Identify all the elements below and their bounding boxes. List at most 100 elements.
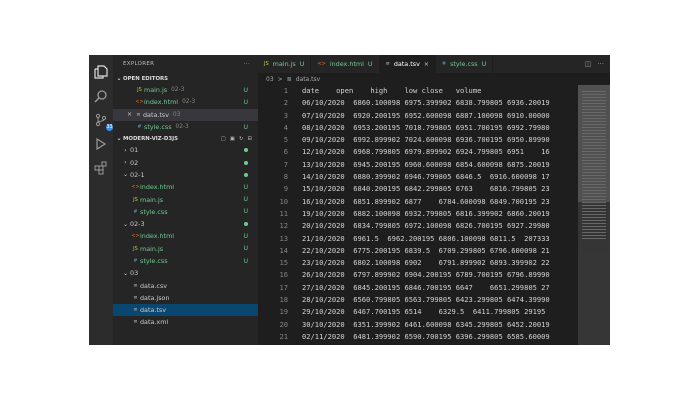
chevron-down-icon: ⌄	[122, 269, 129, 277]
search-icon[interactable]	[94, 89, 108, 103]
tab-main-js[interactable]: JS main.js U	[258, 55, 312, 73]
more-actions-icon[interactable]: ···	[597, 60, 604, 68]
tree-item-name: 03	[130, 269, 139, 278]
code-line: 19/10/2020 6882.100098 6932.799805 6816.…	[302, 208, 550, 218]
folder-item[interactable]: ⌄ 02-3	[113, 218, 258, 230]
file-item[interactable]: ≣ data.csv	[113, 279, 258, 291]
open-editors-list: JS main.js 02-3 U <> index.html 02-3 U × ≣ data.ts…	[113, 84, 258, 133]
git-status-badge: U	[243, 123, 248, 131]
data-file-icon: ≣	[136, 111, 141, 118]
breadcrumb-folder[interactable]: 03	[266, 76, 274, 83]
line-number: 12	[279, 221, 288, 231]
open-editor-item[interactable]: # style.css 02-3 U	[113, 121, 258, 133]
tab-data-tsv[interactable]: ≣ data.tsv ×	[379, 55, 436, 73]
line-number: 18	[279, 295, 288, 305]
refresh-icon[interactable]: ↻	[239, 136, 244, 142]
close-icon[interactable]: ×	[424, 61, 429, 68]
tab-label: index.html	[329, 60, 364, 68]
line-number: 13	[279, 233, 288, 243]
code-line: 28/10/2020 6560.799805 6563.799805 6423.…	[302, 295, 550, 305]
folder-item[interactable]: ⌄ 03	[113, 267, 258, 279]
file-item[interactable]: # style.css U	[113, 255, 258, 267]
modified-dot-icon	[244, 172, 248, 177]
more-actions-icon[interactable]: ···	[244, 61, 250, 67]
code-content[interactable]: date open high low close volume 06/10/202…	[294, 85, 610, 345]
tab-label: style.css	[450, 60, 478, 68]
file-item[interactable]: <> index.html U	[113, 230, 258, 242]
breadcrumb-file[interactable]: data.tsv	[296, 76, 320, 83]
file-item[interactable]: ≣ data.json	[113, 292, 258, 304]
tree-item-name: index.html	[140, 232, 175, 241]
chevron-down-icon: ⌄	[116, 135, 122, 143]
code-line: 07/10/2020 6920.200195 6952.600098 6887.…	[302, 110, 550, 120]
line-number: 11	[279, 208, 288, 218]
folder-item[interactable]: › 02	[113, 156, 258, 168]
git-status-badge: U	[243, 232, 248, 240]
minimap[interactable]	[578, 85, 610, 345]
run-debug-icon[interactable]	[94, 137, 108, 151]
code-line: 16/10/2020 6851.899902 6877 6784.600098 …	[302, 196, 550, 206]
code-line: 21/10/2020 6961.5 6962.200195 6806.10009…	[302, 233, 550, 243]
tree-item-name: data.csv	[140, 281, 168, 290]
open-editor-item[interactable]: <> index.html 02-3 U	[113, 96, 258, 108]
file-item[interactable]: JS main.js U	[113, 193, 258, 205]
code-line: 15/10/2020 6840.200195 6842.299805 6763 …	[302, 184, 550, 194]
file-item[interactable]: ≣ data.tsv	[113, 304, 258, 317]
file-item[interactable]: <> index.html U	[113, 181, 258, 193]
data-file-icon: ≣	[385, 61, 390, 67]
file-tree: › 01 › 02 ⌄ 02-1 <> index.html U JS main.js U # style…	[113, 144, 258, 328]
git-status-badge: U	[243, 208, 248, 216]
html-file-icon: <>	[131, 233, 140, 240]
folder-item[interactable]: ⌄ 02-1	[113, 169, 258, 181]
tree-item-name: main.js	[140, 244, 164, 253]
collapse-all-icon[interactable]: ⊟	[247, 136, 252, 142]
open-editor-item[interactable]: JS main.js 02-3 U	[113, 84, 258, 96]
line-number: 21	[279, 331, 288, 341]
css-file-icon: #	[133, 258, 138, 264]
folder-item[interactable]: › 01	[113, 144, 258, 156]
open-editors-title: OPEN EDITORS	[123, 75, 169, 82]
tree-item-name: style.css	[140, 257, 168, 265]
new-folder-icon[interactable]: ▣	[230, 136, 235, 142]
git-status-badge: U	[299, 60, 305, 68]
code-line: 22/10/2020 6775.200195 6839.5 6709.29980…	[302, 245, 550, 255]
open-editor-folder: 02-3	[175, 124, 189, 131]
source-control-icon[interactable]: 33	[94, 113, 113, 131]
open-editors-section[interactable]: ⌄ OPEN EDITORS	[113, 73, 258, 84]
tab-style-css[interactable]: # style.css U	[436, 55, 494, 73]
js-file-icon: JS	[133, 196, 138, 203]
modified-dot-icon	[244, 148, 248, 153]
code-line: 29/10/2020 6467.700195 6514 6329.5 6411.…	[302, 307, 546, 317]
explorer-icon[interactable]	[94, 65, 108, 79]
line-number: 5	[283, 135, 288, 145]
tab-label: main.js	[272, 60, 296, 68]
explorer-title: EXPLORER	[123, 61, 155, 67]
line-number: 16	[279, 270, 288, 280]
file-item[interactable]: # style.css U	[113, 206, 258, 218]
code-line: 14/10/2020 6880.399902 6946.799805 6846.…	[302, 172, 550, 182]
close-icon[interactable]: ×	[125, 111, 134, 118]
project-section[interactable]: ⌄ MODERN-VIZ-D3JS ▢ ▣ ↻ ⊟	[113, 133, 258, 144]
open-editor-item[interactable]: × ≣ data.tsv 03	[113, 108, 258, 121]
open-editor-folder: 02-3	[171, 87, 185, 94]
html-file-icon: <>	[317, 61, 326, 67]
split-editor-icon[interactable]: ◫	[585, 60, 592, 68]
line-number: 14	[279, 245, 288, 255]
tree-item-name: data.xml	[140, 318, 169, 327]
modified-dot-icon	[244, 222, 248, 227]
tab-bar: JS main.js U <> index.html U ≣ data.tsv × # style.…	[258, 55, 610, 73]
code-line: 12/10/2020 6968.799805 6979.899902 6924.…	[302, 147, 550, 157]
project-title: MODERN-VIZ-D3JS	[123, 135, 178, 142]
extensions-icon[interactable]	[94, 161, 108, 175]
tab-index-html[interactable]: <> index.html U	[311, 55, 380, 73]
code-line: 09/10/2020 6992.899902 7024.600098 6936.…	[302, 135, 550, 145]
code-editor[interactable]: 1 2 3 4 5 6 7 8 9 10 11 12 13 14 15 16 17 18 19 20 21 date o…	[258, 85, 610, 345]
line-number: 8	[283, 172, 288, 182]
file-item[interactable]: ≣ data.xml	[113, 316, 258, 328]
line-number: 9	[283, 184, 288, 194]
code-line: date open high low close volume	[302, 86, 482, 95]
explorer-sidebar: EXPLORER ··· ⌄ OPEN EDITORS JS main.js 02-…	[113, 55, 258, 345]
code-line: 27/10/2020 6845.200195 6846.700195 6647 …	[302, 282, 550, 292]
file-item[interactable]: JS main.js U	[113, 243, 258, 255]
new-file-icon[interactable]: ▢	[221, 136, 226, 142]
